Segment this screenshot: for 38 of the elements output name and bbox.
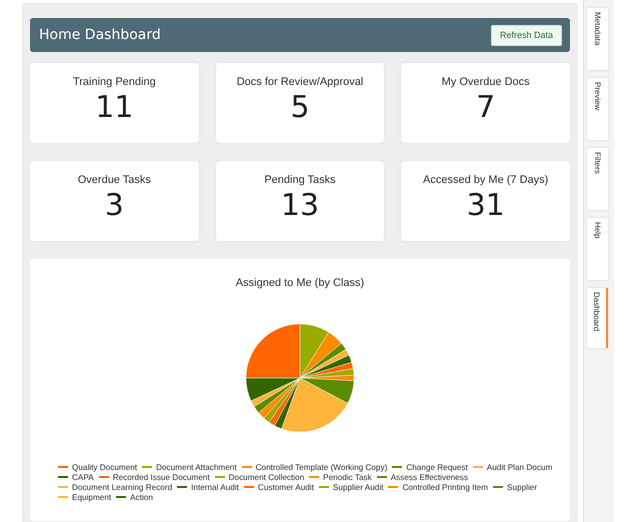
legend-label[interactable]: Recorded Issue Document [112,472,210,482]
legend-label[interactable]: Assess Effectiveness [390,472,468,482]
stat-value: 11 [95,90,134,125]
legend-label[interactable]: Action [130,492,153,502]
legend-label[interactable]: Periodic Task [323,472,372,482]
stat-value: 3 [104,188,124,223]
legend-label[interactable]: Quality Document [72,462,138,472]
side-tab[interactable]: Preview [587,78,608,140]
stat-label: Docs for Review/Approval [236,76,364,88]
stat-label: Accessed by Me (7 Days) [423,174,548,186]
legend-label[interactable]: Document Collection [228,472,304,482]
legend-label[interactable]: Controlled Template (Working Copy) [256,462,388,472]
stat-label: Overdue Tasks [78,174,151,186]
stat-label: Training Pending [72,76,156,88]
stat-value: 31 [466,188,505,223]
side-tab[interactable]: Metadata [587,8,608,70]
stat-label: Pending Tasks [264,174,336,186]
legend-label[interactable]: Document Attachment [156,462,237,472]
side-tab[interactable]: Filters [587,148,608,210]
legend-label[interactable]: Change Request [406,462,468,472]
legend-label[interactable]: Internal Audit [191,482,239,492]
side-tab[interactable]: Dashboard [587,288,608,348]
legend-label[interactable]: Supplier [507,482,538,492]
chart-title: Assigned to Me (by Class) [236,277,364,289]
stat-value: 5 [290,90,310,125]
legend-label[interactable]: CAPA [72,472,94,482]
side-tab[interactable]: Help [587,218,608,280]
legend-label[interactable]: Document Learning Record [72,482,172,492]
stat-value: 13 [280,188,320,223]
stat-label: My Overdue Docs [442,76,530,88]
legend-label[interactable]: Equipment [72,492,112,502]
legend-label[interactable]: Supplier Audit [332,482,384,492]
legend-label[interactable]: Audit Plan Docum [486,462,552,472]
legend-label[interactable]: Controlled Printing Item [402,482,488,492]
legend-label[interactable]: Customer Audit [258,482,314,492]
page-title: Home Dashboard [39,27,161,43]
refresh-button[interactable]: Refresh Data [490,24,562,46]
stat-value: 7 [476,90,496,125]
